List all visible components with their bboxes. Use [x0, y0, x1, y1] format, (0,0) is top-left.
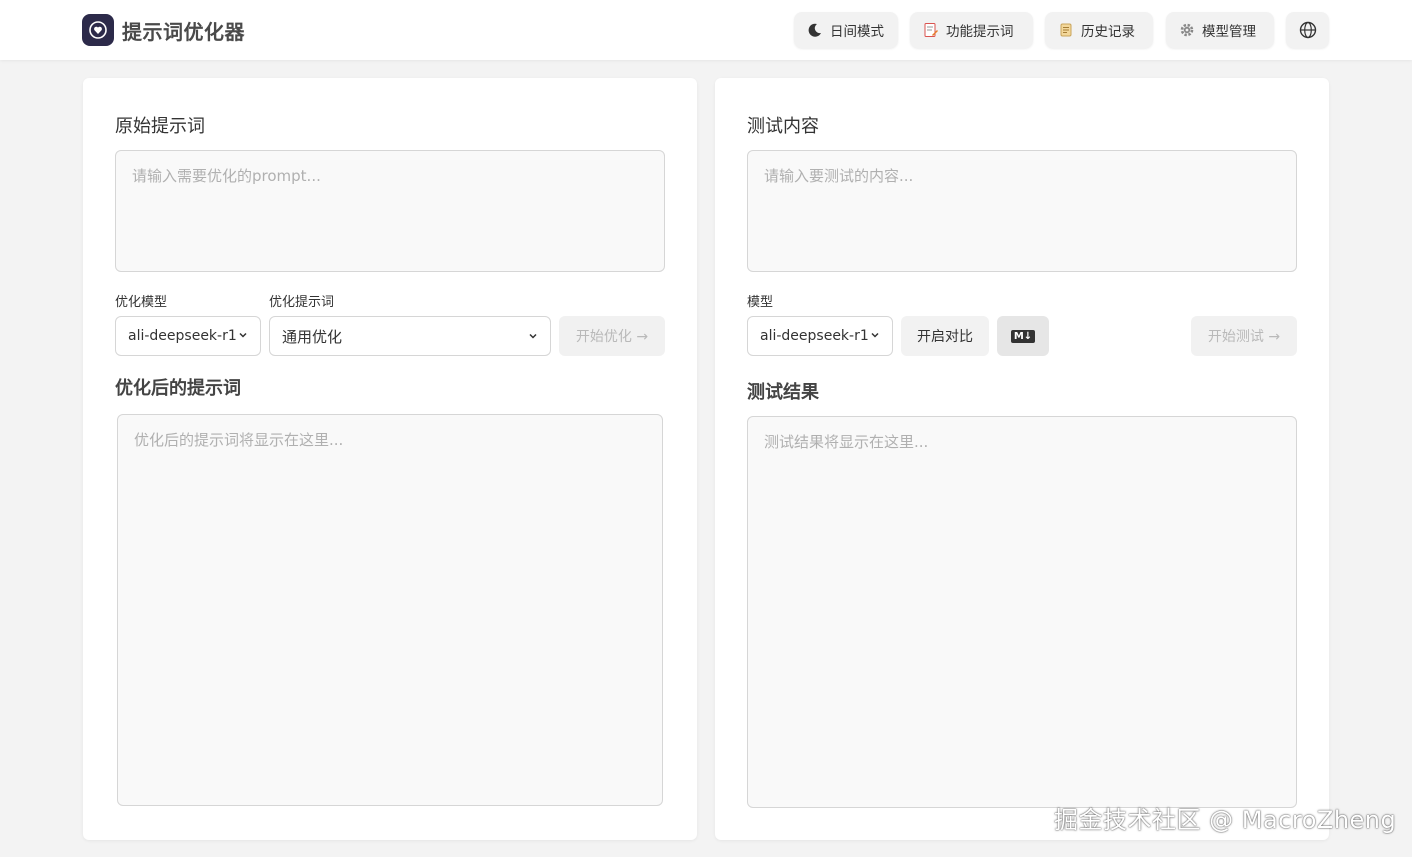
test-model-label: 模型: [747, 295, 774, 310]
test-model-select[interactable]: ali-deepseek-r1: [747, 316, 893, 356]
test-content-input[interactable]: [747, 150, 1297, 272]
chevron-down-icon: [870, 328, 880, 344]
gear-icon: [1178, 21, 1196, 39]
original-prompt-input[interactable]: [115, 150, 665, 272]
optimize-panel: 原始提示词 优化模型 优化提示词 ali-deepseek-r1 通用优化 开始…: [83, 78, 697, 840]
history-button[interactable]: 历史记录: [1045, 12, 1153, 48]
optimize-model-label: 优化模型: [115, 295, 168, 310]
start-optimize-button[interactable]: 开始优化 →: [559, 316, 665, 356]
test-model-value: ali-deepseek-r1: [760, 328, 869, 344]
optimized-prompt-title: 优化后的提示词: [115, 378, 241, 399]
model-manage-label: 模型管理: [1202, 24, 1256, 40]
test-content-title: 测试内容: [747, 116, 819, 137]
markdown-icon: M↓: [1010, 329, 1036, 343]
chevron-down-icon: [528, 327, 538, 345]
optimize-model-select[interactable]: ali-deepseek-r1: [115, 316, 261, 356]
test-result-output[interactable]: [747, 416, 1297, 808]
theme-toggle-label: 日间模式: [830, 24, 884, 40]
history-label: 历史记录: [1081, 24, 1135, 40]
globe-icon: [1299, 21, 1317, 39]
compare-toggle-button[interactable]: 开启对比: [901, 316, 989, 356]
optimize-template-value: 通用优化: [282, 327, 343, 346]
moon-icon: [806, 21, 824, 39]
top-navbar: 提示词优化器 日间模式 功能提示词 历史记录 模型管理: [0, 0, 1412, 60]
optimized-prompt-output[interactable]: [117, 414, 663, 806]
test-panel: 测试内容 模型 ali-deepseek-r1 开启对比 M↓ 开始测试 → 测…: [715, 78, 1329, 840]
feature-prompts-label: 功能提示词: [946, 24, 1014, 40]
model-manage-button[interactable]: 模型管理: [1166, 12, 1274, 48]
optimize-model-value: ali-deepseek-r1: [128, 328, 237, 344]
optimize-template-select[interactable]: 通用优化: [269, 316, 551, 356]
markdown-toggle-button[interactable]: M↓: [997, 316, 1049, 356]
optimize-template-label: 优化提示词: [269, 295, 335, 310]
app-logo-icon[interactable]: [82, 14, 114, 46]
app-title: 提示词优化器: [122, 20, 245, 44]
feature-prompt-icon: [922, 21, 940, 39]
chevron-down-icon: [238, 328, 248, 344]
test-result-title: 测试结果: [747, 382, 819, 403]
original-prompt-title: 原始提示词: [115, 116, 205, 137]
start-test-button[interactable]: 开始测试 →: [1191, 316, 1297, 356]
language-button[interactable]: [1286, 12, 1329, 48]
theme-toggle-button[interactable]: 日间模式: [794, 12, 898, 48]
feature-prompts-button[interactable]: 功能提示词: [910, 12, 1033, 48]
watermark: 掘金技术社区 @ MacroZheng: [1054, 806, 1397, 834]
history-icon: [1057, 21, 1075, 39]
